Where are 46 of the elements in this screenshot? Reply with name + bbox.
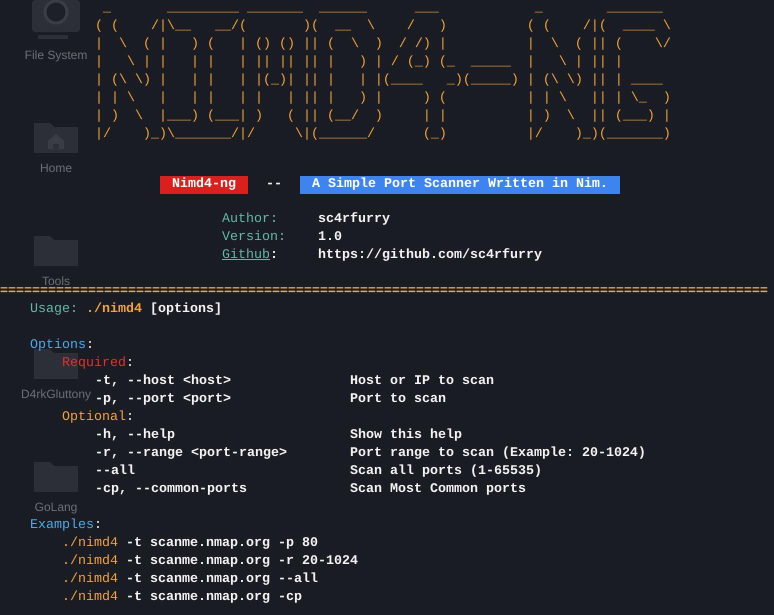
colon-text: : xyxy=(126,409,134,427)
separator-text: -- xyxy=(266,176,282,194)
option-flag-text: -cp, --common-ports xyxy=(95,481,248,499)
command-text: ./nimd4 xyxy=(86,301,143,319)
command-text: ./nimd4 xyxy=(62,571,119,589)
option-group-heading: Required xyxy=(62,355,126,373)
option-flag-text: -h, --help xyxy=(95,427,176,445)
info-value: https://github.com/sc4rfurry xyxy=(318,247,543,265)
desktop-icon-label[interactable]: File System xyxy=(24,48,88,62)
command-args: -t scanme.nmap.org --all xyxy=(126,571,318,589)
tagline-text: A Simple Port Scanner Written in Nim. xyxy=(300,176,620,194)
option-description: Port to scan xyxy=(350,391,447,409)
command-text: ./nimd4 xyxy=(62,589,119,607)
colon-text: : xyxy=(86,337,94,355)
command-text: ./nimd4 xyxy=(62,535,119,553)
desktop-icon-label[interactable]: D4rkGluttony xyxy=(20,387,92,401)
info-link-label[interactable]: Github xyxy=(222,248,270,263)
program-name-tag: Nimd4-ng xyxy=(160,176,248,194)
option-description: Show this help xyxy=(350,427,463,445)
command-args: [options] xyxy=(150,301,222,319)
colon-text: : xyxy=(270,248,278,263)
colon-text: : xyxy=(126,355,134,373)
options-heading: Options xyxy=(30,337,86,355)
usage-label: Usage: xyxy=(30,301,79,319)
option-description: Scan Most Common ports xyxy=(350,481,527,499)
command-args: -t scanme.nmap.org -r 20-1024 xyxy=(126,553,358,571)
desktop-icon-label[interactable]: GoLang xyxy=(34,500,78,514)
option-flag-text: --all xyxy=(95,463,136,481)
info-label: Author: xyxy=(222,212,278,227)
option-flag-text: -t, --host <host> xyxy=(95,373,232,391)
colon-text: : xyxy=(94,517,102,535)
desktop-icon-label[interactable]: Home xyxy=(40,161,72,175)
info-value: sc4rfurry xyxy=(318,211,391,229)
info-value: 1.0 xyxy=(318,229,343,247)
ascii-art-title-text: _ _________ _______ ______ ___ _ _______ ( ( /|\__ __/( )( __ \ / ) ( ( /|( ____ \ | \ ( | ) ( | () () || ( \ ) / /) | | \ ( || ( \/ | \ | | | | | || || || | ) | / (_) (_ _____ | \ | || | | (\ \) | | | | |(_)| || | | |(____ _)(_____) | (\ \) || | ____ | | \ | | | | | | || | ) | ) ( | | \ || | \_ ) | ) \ |___) (___| ) ( || (__/ ) | | | ) \ || (___) | |/ )_)\_______/|/ \|(______/ (_) |/ )_)(_______) xyxy=(95,0,672,144)
option-group-heading: Optional xyxy=(62,409,126,427)
option-description: Host or IP to scan xyxy=(350,373,495,391)
examples-heading: Examples xyxy=(30,517,94,535)
option-flag-text: -r, --range <port-range> xyxy=(95,445,288,463)
option-flag-text: -p, --port <port> xyxy=(95,391,232,409)
command-text: ./nimd4 xyxy=(62,553,119,571)
command-args: -t scanme.nmap.org -cp xyxy=(126,589,302,607)
option-description: Scan all ports (1-65535) xyxy=(350,463,543,481)
option-description: Port range to scan (Example: 20-1024) xyxy=(350,445,647,463)
command-args: -t scanme.nmap.org -p 80 xyxy=(126,535,318,553)
info-label: Version: xyxy=(222,230,286,245)
